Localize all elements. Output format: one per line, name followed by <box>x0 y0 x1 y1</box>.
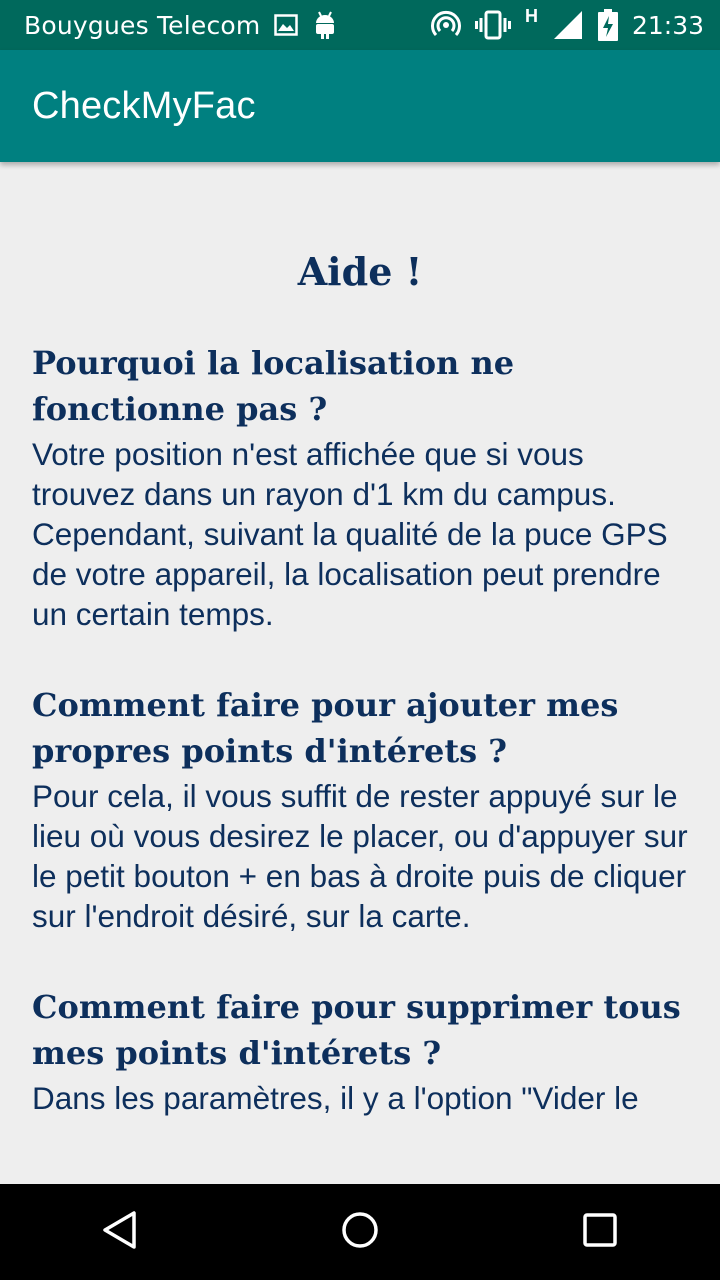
app-title: CheckMyFac <box>32 84 256 127</box>
help-answer: Dans les paramètres, il y a l'option "Vi… <box>32 1080 639 1116</box>
carrier-name: Bouygues Telecom <box>24 10 261 40</box>
home-icon <box>340 1210 380 1254</box>
home-button[interactable] <box>320 1192 400 1272</box>
help-answer: Votre position n'est affichée que si vou… <box>32 436 668 632</box>
recents-button[interactable] <box>560 1192 640 1272</box>
android-icon <box>312 10 338 40</box>
app-bar: CheckMyFac <box>0 50 720 162</box>
help-question: Pourquoi la localisation ne fonctionne p… <box>32 344 515 428</box>
help-section: Comment faire pour supprimer tous mes po… <box>0 984 720 1118</box>
network-type: H <box>524 5 538 26</box>
image-icon <box>274 14 299 36</box>
help-answer: Pour cela, il vous suffit de rester appu… <box>32 778 688 934</box>
status-bar: Bouygues Telecom H 21:33 <box>0 0 720 50</box>
help-section: Pourquoi la localisation ne fonctionne p… <box>0 340 720 634</box>
clock: 21:33 <box>631 10 704 40</box>
back-icon <box>100 1210 140 1254</box>
help-section: Comment faire pour ajouter mes propres p… <box>0 682 720 936</box>
back-button[interactable] <box>80 1192 160 1272</box>
vibrate-icon <box>474 10 511 40</box>
signal-icon <box>552 9 584 41</box>
help-title: Aide ! <box>297 249 423 294</box>
recents-icon <box>582 1212 618 1252</box>
help-question: Comment faire pour ajouter mes propres p… <box>32 686 619 770</box>
navigation-bar <box>0 1184 720 1280</box>
battery-charging-icon <box>597 9 618 41</box>
help-content[interactable]: Aide ! Pourquoi la localisation ne fonct… <box>0 162 720 1152</box>
hotspot-icon <box>430 10 461 40</box>
help-question: Comment faire pour supprimer tous mes po… <box>32 988 681 1072</box>
